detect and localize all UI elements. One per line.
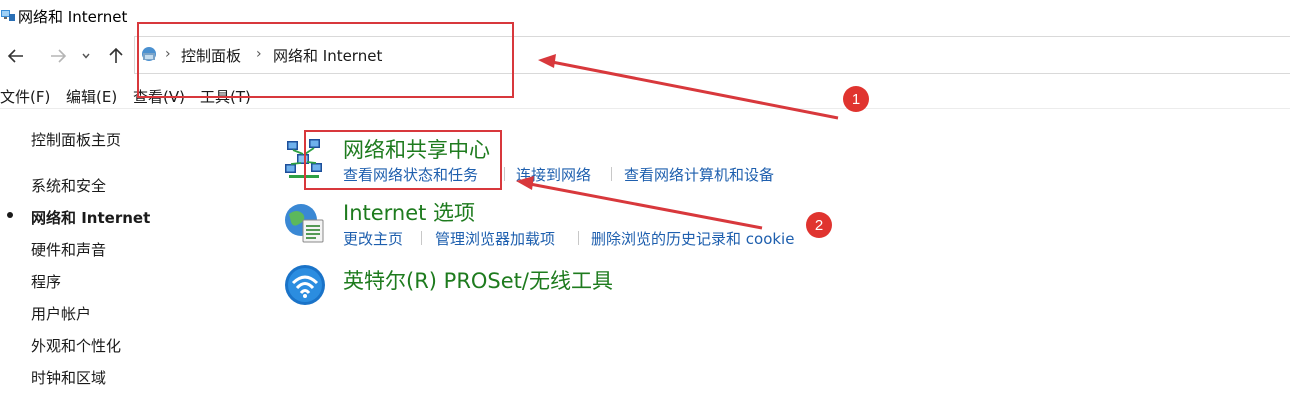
recent-locations-button[interactable] <box>78 34 94 78</box>
link-connect-to-network[interactable]: 连接到网络 <box>516 164 591 185</box>
sidebar-item-system-security[interactable]: 系统和安全 <box>31 175 106 196</box>
link-manage-addons[interactable]: 管理浏览器加载项 <box>435 228 555 249</box>
network-folder-icon <box>1 10 15 21</box>
window-title: 网络和 Internet <box>18 8 128 26</box>
intel-wireless-icon <box>285 265 325 305</box>
menu-file[interactable]: 文件(F) <box>0 86 50 107</box>
link-view-network-computers[interactable]: 查看网络计算机和设备 <box>624 164 774 185</box>
link-delete-browsing-history[interactable]: 删除浏览的历史记录和 cookie <box>591 228 794 249</box>
active-bullet-icon <box>7 212 13 218</box>
sidebar-item-network-internet[interactable]: 网络和 Internet <box>31 207 150 228</box>
sidebar-item-clock-region[interactable]: 时钟和区域 <box>31 367 106 388</box>
up-button[interactable] <box>104 34 128 78</box>
annotation-badge-2: 2 <box>806 212 832 238</box>
forward-button[interactable] <box>46 34 70 78</box>
chevron-down-icon <box>82 53 90 59</box>
sidebar-item-control-panel-home[interactable]: 控制面板主页 <box>31 129 121 150</box>
annotation-box-sharing-center <box>304 130 502 190</box>
sidebar-item-hardware-sound[interactable]: 硬件和声音 <box>31 239 106 260</box>
category-title-internet-options[interactable]: Internet 选项 <box>343 197 475 227</box>
sidebar-item-programs[interactable]: 程序 <box>31 271 61 292</box>
link-separator <box>578 231 579 245</box>
category-title-intel-proset[interactable]: 英特尔(R) PROSet/无线工具 <box>343 265 613 295</box>
arrow-right-icon <box>51 49 67 63</box>
menu-edit[interactable]: 编辑(E) <box>66 86 117 107</box>
arrow-up-icon <box>109 47 123 63</box>
link-separator <box>611 167 612 181</box>
link-separator <box>504 167 505 181</box>
annotation-box-address <box>137 22 514 98</box>
arrow-left-icon <box>7 49 23 63</box>
back-button[interactable] <box>4 34 28 78</box>
link-change-homepage[interactable]: 更改主页 <box>343 228 403 249</box>
sidebar-item-user-accounts[interactable]: 用户帐户 <box>31 303 91 324</box>
internet-options-globe-icon <box>285 204 324 243</box>
link-separator <box>421 231 422 245</box>
sidebar-item-appearance[interactable]: 外观和个性化 <box>31 335 121 356</box>
annotation-badge-1: 1 <box>843 86 869 112</box>
